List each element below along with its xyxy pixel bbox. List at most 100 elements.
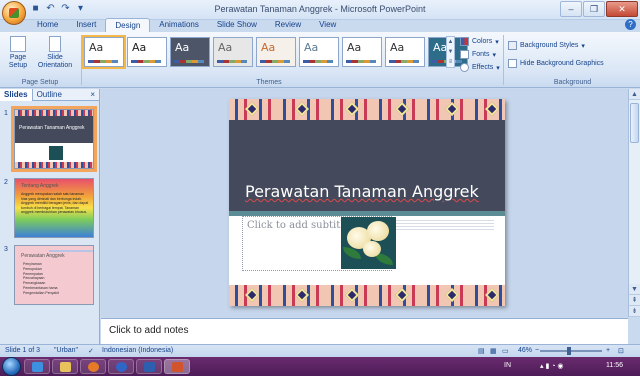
theme-thumbnail[interactable]: Aa (256, 37, 296, 67)
taskbar-word[interactable] (136, 359, 162, 374)
office-logo-icon (9, 8, 19, 18)
taskbar-ie[interactable] (24, 359, 50, 374)
effects-button[interactable]: Effects ▾ (460, 63, 500, 72)
windows-taskbar: IN ▴ ▮ ◔ ◉ 11:56 (0, 357, 640, 376)
background-styles-button[interactable]: Background Styles ▾ (508, 41, 585, 50)
normal-view-icon[interactable]: ▤ (478, 347, 485, 355)
slide-show-icon[interactable]: ▭ (502, 347, 509, 355)
fonts-label: Fonts (472, 51, 490, 58)
word-icon (144, 362, 155, 372)
slide-editor: Perawatan Tanaman Anggrek Click to add s… (101, 89, 628, 317)
theme-sample-text: Aa (218, 41, 233, 54)
page-setup-button[interactable]: Page Setup (4, 36, 32, 70)
slide-sorter-icon[interactable]: ▦ (490, 347, 497, 355)
slides-tab[interactable]: Slides (0, 88, 33, 101)
maximize-button[interactable]: ❐ (583, 1, 605, 17)
bottom-pattern-band (229, 285, 505, 306)
fonts-icon (460, 50, 469, 59)
theme-color-bar (389, 60, 419, 63)
taskbar-explorer[interactable] (52, 359, 78, 374)
slide-indicator: Slide 1 of 3 (5, 347, 41, 354)
zoom-slider[interactable] (540, 347, 602, 355)
tab-animations[interactable]: Animations (150, 18, 208, 32)
theme-color-bar (303, 60, 333, 63)
vertical-scrollbar[interactable]: ▲ ▼ ⇞ ⇟ (628, 89, 640, 317)
ribbon: Page Setup Slide Orientation Page Setup … (0, 32, 640, 88)
office-button[interactable] (2, 1, 26, 25)
theme-thumbnail[interactable]: Aa (82, 35, 126, 69)
next-slide-icon[interactable]: ⇟ (629, 306, 640, 317)
pattern-motif (244, 287, 260, 303)
theme-thumbnail[interactable]: Aa (213, 37, 253, 67)
tab-home[interactable]: Home (28, 18, 67, 32)
clock[interactable]: 11:56 (606, 362, 623, 369)
previous-slide-icon[interactable]: ⇞ (629, 295, 640, 306)
taskbar-firefox[interactable] (80, 359, 106, 374)
dropdown-icon: ▾ (581, 42, 585, 50)
close-button[interactable]: ✕ (606, 1, 638, 17)
theme-thumbnail[interactable]: Aa (127, 37, 167, 67)
slides-pane: Slides Outline × 1 Perawatan Tanaman Ang… (0, 88, 100, 344)
gallery-scroll[interactable]: ▲ ▼ ≡ (446, 36, 455, 68)
help-icon[interactable]: ? (625, 19, 636, 30)
slide-thumbnail-1[interactable]: Perawatan Tanaman Anggrek (11, 106, 97, 172)
theme-thumbnail[interactable]: Aa (299, 37, 339, 67)
theme-color-bar (346, 60, 376, 63)
language-indicator[interactable]: Indonesian (Indonesia) (102, 347, 173, 354)
outline-tab[interactable]: Outline (33, 90, 66, 99)
fit-to-window-icon[interactable]: ⊡ (618, 347, 624, 355)
effects-icon (460, 63, 469, 72)
slide-thumbnail-3[interactable]: Perawatan Anggrek Penyiraman Pemupukan Pen… (14, 245, 94, 305)
taskbar-media[interactable] (108, 359, 134, 374)
effects-label: Effects (472, 64, 494, 71)
tab-slide-show[interactable]: Slide Show (208, 18, 266, 32)
slide-title[interactable]: Perawatan Tanaman Anggrek (245, 182, 479, 201)
title-bar: ■ ↶ ↷ ▾ Perawatan Tanaman Anggrek - Micr… (0, 0, 640, 20)
tab-insert[interactable]: Insert (67, 18, 105, 32)
input-language[interactable]: IN (504, 362, 511, 369)
tray-icons[interactable]: ▴ ▮ ◔ ◉ (540, 362, 564, 370)
slide-canvas[interactable]: Perawatan Tanaman Anggrek Click to add s… (229, 99, 505, 306)
pattern-motif (344, 287, 360, 303)
pattern-motif (344, 101, 360, 117)
taskbar-powerpoint[interactable] (164, 359, 190, 374)
tab-review[interactable]: Review (266, 18, 310, 32)
slide-orientation-label: Slide Orientation (37, 54, 73, 69)
folder-icon (60, 362, 71, 372)
hide-background-graphics-checkbox[interactable]: Hide Background Graphics (508, 59, 604, 68)
scroll-thumb[interactable] (630, 103, 639, 143)
tab-view[interactable]: View (310, 18, 345, 32)
ribbon-separator (503, 35, 504, 85)
fonts-button[interactable]: Fonts ▾ (460, 50, 496, 59)
close-pane-icon[interactable]: × (86, 90, 99, 99)
rose-shape (363, 241, 381, 257)
theme-thumbnail[interactable]: Aa (385, 37, 425, 67)
pattern-motif (444, 287, 460, 303)
slide-orientation-button[interactable]: Slide Orientation (32, 36, 78, 70)
zoom-out-icon[interactable]: − (535, 347, 539, 354)
minimize-button[interactable]: – (560, 1, 582, 17)
rose-image[interactable] (341, 217, 396, 269)
page-setup-group-label: Page Setup (21, 79, 59, 86)
zoom-in-icon[interactable]: + (606, 347, 610, 354)
theme-thumbnail[interactable]: Aa (170, 37, 210, 67)
zoom-slider-knob[interactable] (566, 347, 571, 355)
colors-button[interactable]: Colors ▾ (460, 37, 499, 46)
thumb-body: Anggrek merupakan salah satu tanaman hia… (21, 192, 89, 214)
tab-design[interactable]: Design (105, 18, 151, 32)
pane-tabs: Slides Outline × (0, 88, 99, 101)
notes-pane[interactable]: Click to add notes (101, 318, 628, 344)
dropdown-icon: ▾ (496, 64, 500, 72)
zoom-level[interactable]: 46% (518, 347, 532, 354)
slide-thumbnail-2[interactable]: Tentang Anggrek Anggrek merupakan salah … (14, 178, 94, 238)
theme-thumbnail[interactable]: Aa (342, 37, 382, 67)
start-button[interactable] (2, 357, 21, 376)
thumb-bullet: Pengendalian Penyakit (23, 290, 59, 295)
scroll-up-icon[interactable]: ▲ (629, 89, 640, 100)
scroll-down-icon[interactable]: ▼ (629, 284, 640, 295)
theme-sample-text: Aa (175, 41, 190, 54)
title-placeholder-area[interactable]: Perawatan Tanaman Anggrek (229, 120, 505, 211)
pattern-motif (244, 101, 260, 117)
spellcheck-icon[interactable]: ✓ (88, 347, 94, 355)
firefox-icon (88, 362, 99, 372)
